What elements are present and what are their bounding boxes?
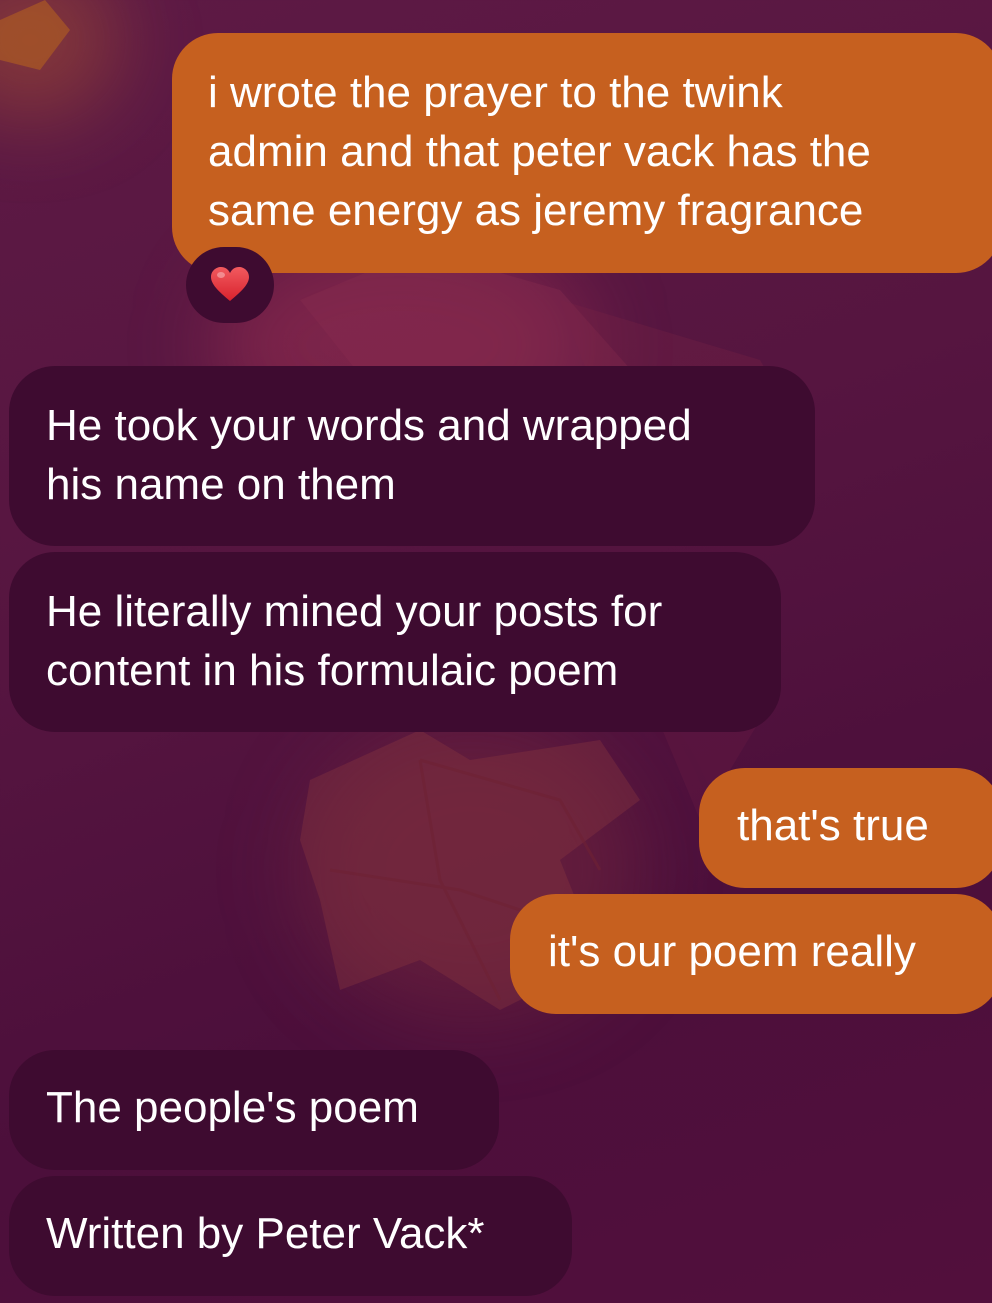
message-bubble-outgoing[interactable]: i wrote the prayer to the twink admin an… (172, 33, 992, 273)
message-bubble-outgoing[interactable]: that's true (699, 768, 992, 888)
message-reaction[interactable] (186, 247, 274, 323)
message-text: He literally mined your posts for (46, 587, 663, 636)
message-bubble-incoming[interactable]: Written by Peter Vack* (9, 1176, 572, 1296)
message-text: The people's poem (46, 1083, 419, 1132)
message-text: that's true (737, 801, 929, 850)
red-heart-icon (211, 267, 249, 301)
message-bubble-outgoing[interactable]: it's our poem really (510, 894, 992, 1014)
message-text: He took your words and wrapped (46, 401, 692, 450)
message-text: admin and that peter vack has the (208, 127, 871, 176)
message-text: it's our poem really (548, 927, 916, 976)
message-text: same energy as jeremy fragrance (208, 186, 864, 235)
message-bubble-incoming[interactable]: He literally mined your posts for conten… (9, 552, 781, 732)
message-text: Written by Peter Vack* (46, 1209, 485, 1258)
message-bubble-incoming[interactable]: The people's poem (9, 1050, 499, 1170)
message-text: content in his formulaic poem (46, 646, 619, 695)
message-text: his name on them (46, 460, 396, 509)
message-bubble-incoming[interactable]: He took your words and wrapped his name … (9, 366, 815, 546)
message-text: i wrote the prayer to the twink (208, 68, 783, 117)
